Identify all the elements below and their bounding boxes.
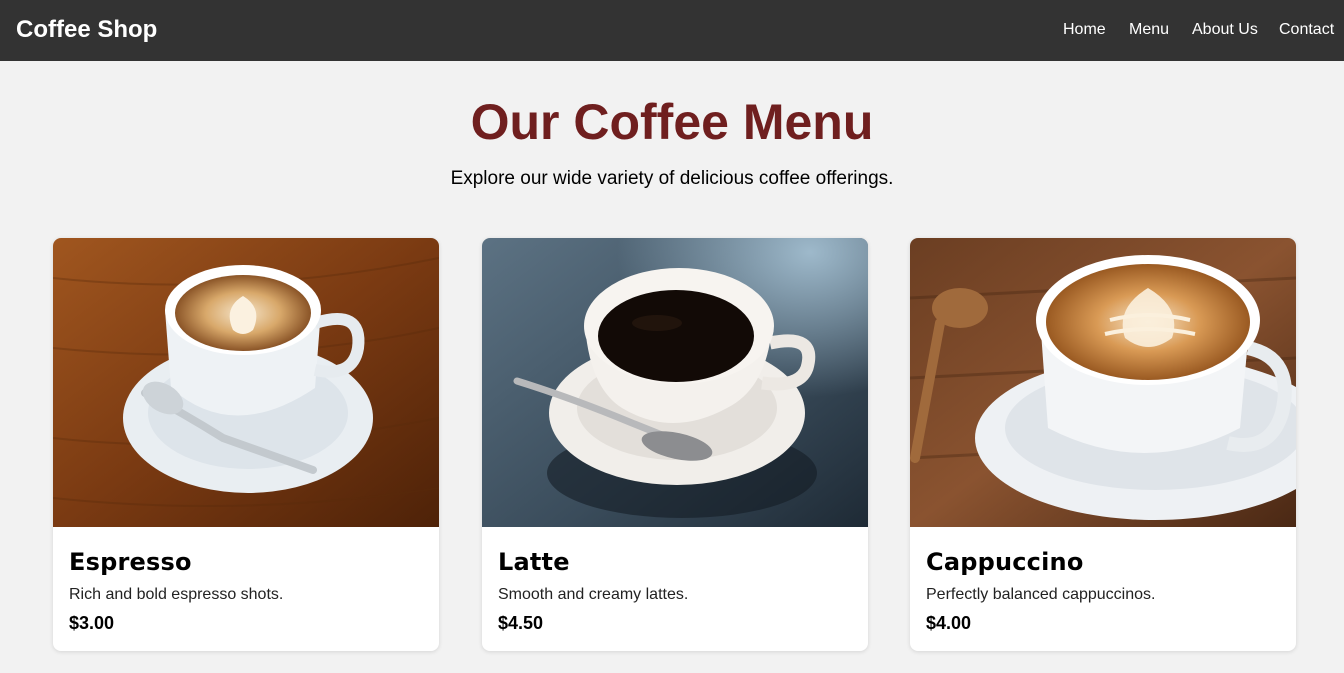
- menu-card-latte: Latte Smooth and creamy lattes. $4.50: [482, 238, 868, 651]
- page-title: Our Coffee Menu: [470, 94, 874, 150]
- nav-home-link[interactable]: Home: [1063, 20, 1106, 40]
- card-price: $4.50: [498, 613, 544, 633]
- card-title: Espresso: [69, 548, 192, 576]
- card-price: $4.00: [926, 613, 972, 633]
- navbar: Coffee Shop Home Menu About Us Contact: [0, 0, 1344, 61]
- nav-links: Home Menu About Us Contact: [0, 20, 1344, 40]
- card-description: Perfectly balanced cappuccinos.: [926, 586, 1156, 603]
- card-price: $3.00: [69, 613, 115, 633]
- latte-image: [482, 238, 868, 527]
- card-title: Latte: [498, 548, 570, 576]
- card-description: Rich and bold espresso shots.: [69, 586, 284, 603]
- cappuccino-image: [910, 238, 1296, 527]
- menu-card-espresso: Espresso Rich and bold espresso shots. $…: [53, 238, 439, 651]
- espresso-image: [53, 238, 439, 527]
- page-subtitle: Explore our wide variety of delicious co…: [450, 168, 894, 189]
- nav-about-link[interactable]: About Us: [1192, 20, 1258, 40]
- menu-card-cappuccino: Cappuccino Perfectly balanced cappuccino…: [910, 238, 1296, 651]
- nav-menu-link[interactable]: Menu: [1129, 20, 1169, 40]
- card-title: Cappuccino: [926, 548, 1084, 576]
- card-description: Smooth and creamy lattes.: [498, 586, 689, 603]
- nav-contact-link[interactable]: Contact: [1279, 20, 1334, 40]
